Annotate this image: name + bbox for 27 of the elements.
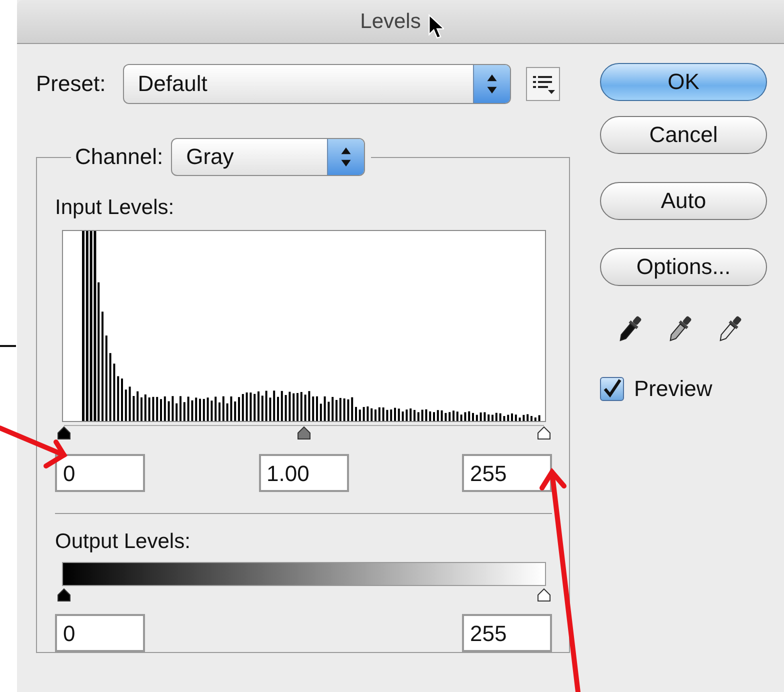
stepper-icon bbox=[327, 139, 364, 175]
dialog-button[interactable]: Auto bbox=[600, 182, 767, 220]
input-levels-label: Input Levels: bbox=[55, 196, 176, 220]
channel-dropdown[interactable]: Gray bbox=[171, 138, 366, 176]
slider-thumb[interactable] bbox=[56, 426, 72, 440]
output-levels-label: Output Levels: bbox=[55, 530, 192, 554]
slider-thumb[interactable] bbox=[536, 588, 552, 602]
slider-thumb[interactable] bbox=[56, 588, 72, 602]
dialog-button[interactable]: OK bbox=[600, 63, 767, 101]
input-field[interactable]: 0 bbox=[55, 454, 145, 492]
slider-thumb[interactable] bbox=[296, 426, 312, 440]
preset-dropdown[interactable]: Default bbox=[122, 64, 511, 104]
output-field[interactable]: 0 bbox=[55, 614, 145, 652]
slider-thumb[interactable] bbox=[536, 426, 552, 440]
preview-label: Preview bbox=[634, 376, 712, 402]
mouse-cursor-icon bbox=[428, 14, 444, 39]
input-field[interactable]: 1.00 bbox=[258, 454, 348, 492]
dialog-button[interactable]: Options... bbox=[600, 248, 767, 286]
dialog-button[interactable]: Cancel bbox=[600, 116, 767, 154]
output-field[interactable]: 255 bbox=[462, 614, 552, 652]
window-title: Levels bbox=[360, 10, 421, 34]
stepper-icon bbox=[472, 65, 510, 103]
input-field[interactable]: 255 bbox=[462, 454, 552, 492]
preset-label: Preset: bbox=[36, 71, 106, 97]
preview-checkbox[interactable] bbox=[600, 377, 624, 401]
channel-label: Channel: bbox=[75, 144, 164, 170]
list-menu-icon[interactable] bbox=[526, 67, 560, 101]
